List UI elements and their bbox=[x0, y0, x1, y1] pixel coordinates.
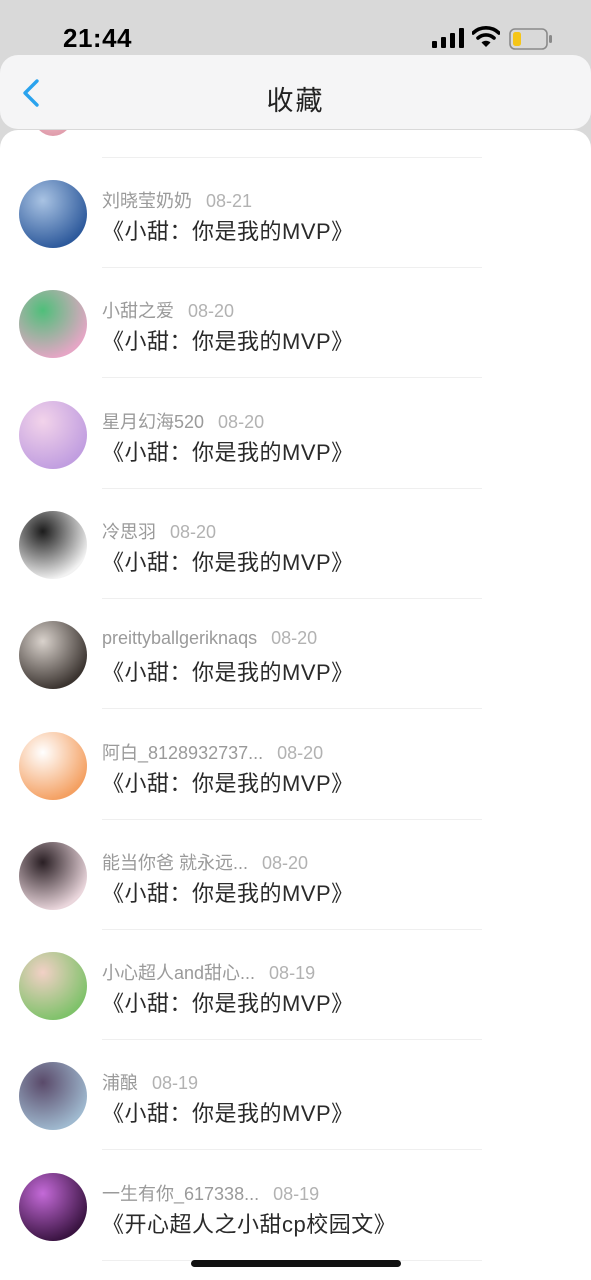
item-date: 08-20 bbox=[271, 628, 318, 649]
avatar[interactable] bbox=[19, 841, 87, 910]
username: 小甜之爱 bbox=[102, 301, 174, 322]
username: 浦酿 bbox=[102, 1073, 138, 1094]
item-meta: 小心超人and甜心... 08-19 bbox=[102, 959, 315, 985]
list-item[interactable]: preittyballgeriknaqs 08-20 《小甜：你是我的MVP》 bbox=[0, 571, 591, 710]
item-meta: 阿白_8128932737... 08-20 bbox=[102, 739, 323, 765]
item-date: 08-20 bbox=[170, 521, 217, 542]
username: preittyballgeriknaqs bbox=[102, 628, 258, 649]
nav-bar: 收藏 bbox=[0, 55, 591, 129]
username: 能当你爸 就永远... bbox=[102, 852, 249, 873]
favorites-list[interactable]: 刘晓莹奶奶 08-21 《小甜：你是我的MVP》 小甜之爱 08-20 《小甜：你是我的M… bbox=[0, 130, 591, 1280]
battery-icon bbox=[509, 28, 552, 50]
item-meta: 能当你爸 就永远... 08-20 bbox=[102, 849, 308, 875]
item-meta: 刘晓莹奶奶 08-21 bbox=[102, 187, 252, 213]
avatar[interactable] bbox=[19, 1062, 87, 1131]
username: 小心超人and甜心... bbox=[102, 963, 256, 984]
item-meta: 星月幻海520 08-20 bbox=[102, 408, 264, 434]
username: 一生有你_617338... bbox=[102, 1183, 260, 1204]
item-date: 08-20 bbox=[188, 301, 235, 322]
list-item[interactable]: 小甜之爱 08-20 《小甜：你是我的MVP》 bbox=[0, 240, 591, 379]
avatar[interactable] bbox=[19, 1172, 87, 1241]
item-date: 08-19 bbox=[273, 1183, 320, 1204]
list-item[interactable]: 星月幻海520 08-20 《小甜：你是我的MVP》 bbox=[0, 351, 591, 489]
list-item[interactable]: 刘晓莹奶奶 08-21 《小甜：你是我的MVP》 bbox=[0, 130, 591, 268]
item-date: 08-21 bbox=[206, 191, 253, 211]
username: 冷思羽 bbox=[102, 521, 156, 542]
username: 刘晓莹奶奶 bbox=[102, 191, 192, 211]
username: 阿白_8128932737... bbox=[102, 742, 264, 763]
list-item[interactable]: 阿白_8128932737... 08-20 《小甜：你是我的MVP》 bbox=[0, 682, 591, 820]
item-meta: 小甜之爱 08-20 bbox=[102, 297, 234, 323]
avatar[interactable] bbox=[19, 731, 87, 800]
list-item[interactable]: 冷思羽 08-20 《小甜：你是我的MVP》 bbox=[0, 461, 591, 599]
item-date: 08-20 bbox=[218, 411, 265, 432]
username: 星月幻海520 bbox=[102, 411, 205, 432]
avatar[interactable] bbox=[19, 621, 87, 690]
list-item[interactable]: 浦酿 08-19 《小甜：你是我的MVP》 bbox=[0, 1012, 591, 1151]
list-item[interactable]: 一生有你_617338... 08-19 《开心超人之小甜cp校园文》 bbox=[0, 1123, 591, 1261]
screen: 21:44 收藏 刘晓莹奶奶 08-21 《小甜：你是我的MVP》 小甜之爱 08-20… bbox=[0, 0, 591, 1280]
item-meta: preittyballgeriknaqs 08-20 bbox=[102, 628, 317, 649]
list-item[interactable]: 小心超人and甜心... 08-19 《小甜：你是我的MVP》 bbox=[0, 902, 591, 1041]
page-title: 收藏 bbox=[266, 86, 325, 116]
item-date: 08-19 bbox=[152, 1073, 199, 1094]
avatar[interactable] bbox=[19, 952, 87, 1021]
item-date: 08-19 bbox=[269, 963, 316, 984]
avatar[interactable] bbox=[19, 400, 87, 469]
item-meta: 冷思羽 08-20 bbox=[102, 518, 216, 544]
avatar[interactable] bbox=[19, 510, 87, 579]
item-date: 08-20 bbox=[277, 742, 324, 763]
item-meta: 浦酿 08-19 bbox=[102, 1069, 198, 1095]
list-item[interactable]: 能当你爸 就永远... 08-20 《小甜：你是我的MVP》 bbox=[0, 792, 591, 930]
status-bar: 21:44 bbox=[0, 0, 591, 58]
avatar[interactable] bbox=[19, 290, 87, 359]
wifi-icon bbox=[472, 26, 500, 47]
home-indicator[interactable] bbox=[191, 1260, 401, 1267]
item-title: 《开心超人之小甜cp校园文》 bbox=[102, 1211, 397, 1237]
item-meta: 一生有你_617338... 08-19 bbox=[102, 1180, 319, 1206]
avatar[interactable] bbox=[19, 180, 87, 248]
item-date: 08-20 bbox=[262, 852, 309, 873]
signal-icon bbox=[432, 28, 464, 48]
status-time: 21:44 bbox=[63, 23, 132, 53]
